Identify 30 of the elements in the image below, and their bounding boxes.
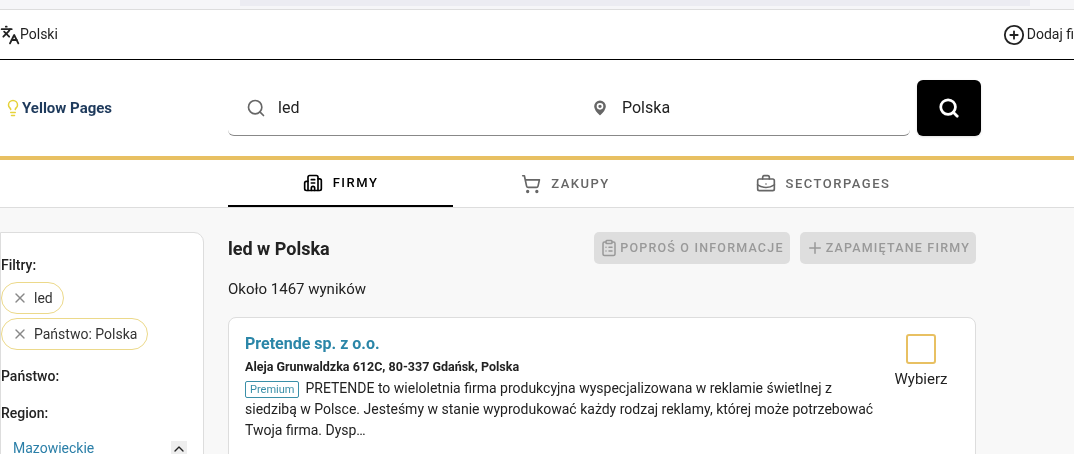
company-address: Aleja Grunwaldzka 612C, 80-337 Gdańsk, Polska bbox=[245, 357, 521, 376]
search-icon bbox=[938, 97, 960, 119]
search-button[interactable] bbox=[917, 80, 981, 136]
add-company-link[interactable]: Dodaj fi bbox=[1026, 24, 1074, 45]
tab[interactable]: ZAKUPY bbox=[453, 160, 678, 207]
tab[interactable]: FIRMY bbox=[228, 160, 453, 207]
filters-label: Filtry: bbox=[1, 256, 38, 275]
select-checkbox[interactable] bbox=[906, 333, 936, 364]
language-selector[interactable]: Polski bbox=[20, 24, 58, 45]
results-title: led w Polska bbox=[228, 236, 330, 261]
filter-heading: Państwo: bbox=[1, 367, 61, 386]
search-field[interactable]: led bbox=[228, 80, 582, 136]
results-count: Około 1467 wyników bbox=[228, 279, 367, 300]
location-field[interactable]: Polska bbox=[582, 80, 910, 136]
building-icon bbox=[302, 172, 323, 193]
company-name[interactable]: Pretende sp. z o.o. bbox=[245, 331, 881, 356]
region-option[interactable]: Mazowieckie bbox=[13, 438, 95, 454]
clipboard-icon bbox=[600, 239, 619, 257]
chevron-up-icon[interactable] bbox=[171, 440, 187, 454]
select-label: Wybierz bbox=[894, 368, 948, 390]
translate-icon bbox=[0, 24, 20, 45]
logo[interactable]: Yellow Pages bbox=[22, 96, 113, 120]
briefcase-icon bbox=[755, 173, 776, 194]
add-circle-icon bbox=[1002, 23, 1025, 46]
tab[interactable]: SECTORPAGES bbox=[678, 160, 968, 207]
filter-heading: Region: bbox=[1, 404, 50, 423]
cart-icon bbox=[521, 173, 542, 194]
search-icon bbox=[246, 97, 266, 118]
company-description: Premium PRETENDE to wieloletnia firma produkcyjna wyspecjalizowana w reklamie świetlnej z siedzibą w Polsce. Jesteśmy w stanie wyprodukować każdy rodzaj reklamy, której może potrzebować Twoja firma. Dysp… bbox=[245, 379, 875, 441]
premium-tag: Premium bbox=[245, 381, 300, 399]
